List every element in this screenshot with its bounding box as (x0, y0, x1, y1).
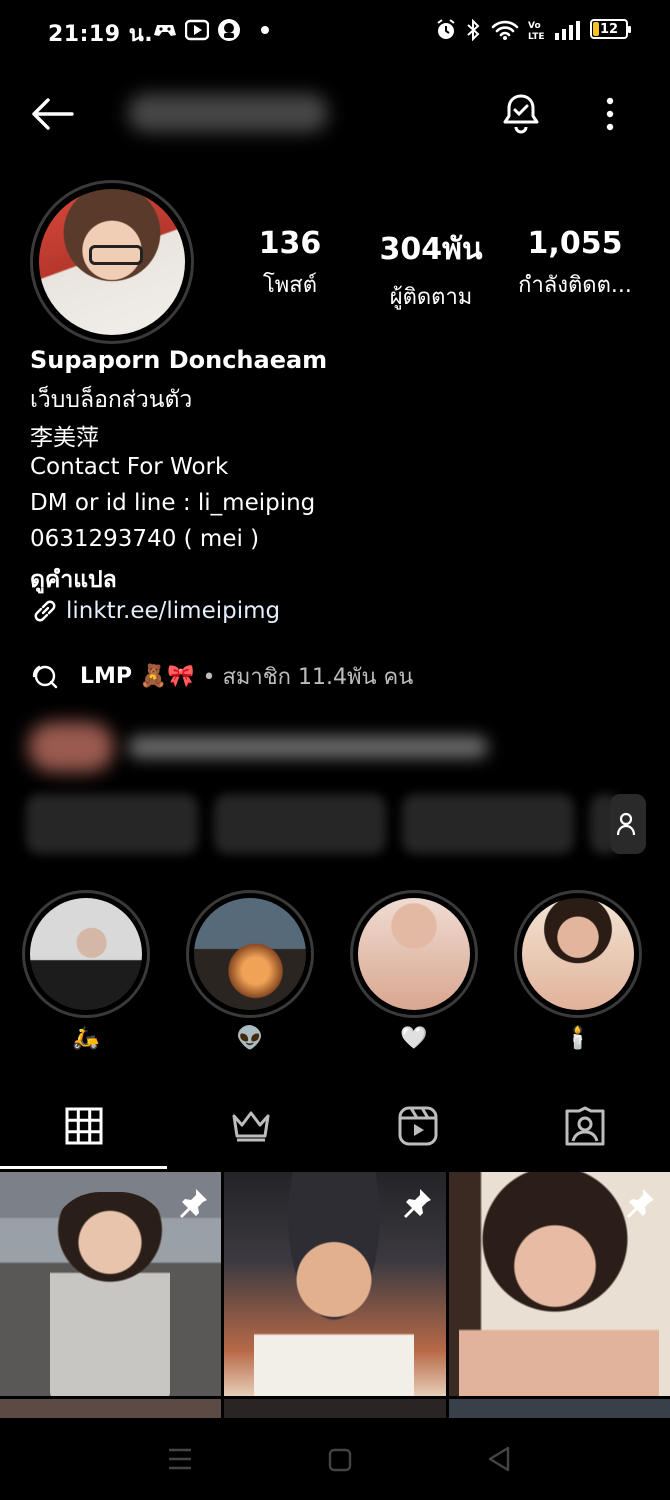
post-4[interactable] (0, 1399, 221, 1419)
highlight-2-label: 👽 (236, 1026, 264, 1051)
bio-line-1: 李美萍 (30, 425, 99, 451)
add-person-icon[interactable] (610, 794, 646, 854)
profile-screen: { "status_bar": { "time": "21:19 น.", "b… (0, 0, 670, 1500)
back-arrow-icon[interactable] (28, 92, 76, 136)
broadcast-channel[interactable]: LMP 🧸🎀 • สมาชิก 11.4พัน คน (30, 658, 413, 694)
pin-icon (623, 1186, 657, 1220)
status-time: 21:19 น. (48, 22, 154, 47)
highlight-1-image (30, 898, 142, 1010)
stat-following[interactable]: 1,055 กำลังติดต... (506, 226, 644, 302)
highlight-3[interactable] (350, 890, 478, 1018)
post-1-image (50, 1192, 170, 1396)
system-nav-bar (0, 1418, 670, 1500)
post-2-image (254, 1172, 414, 1396)
post-6[interactable] (449, 1399, 670, 1419)
stat-following-label: กำลังติดต... (518, 273, 632, 298)
tab-reels[interactable] (334, 1090, 501, 1166)
dot-icon (258, 18, 272, 42)
bluetooth-icon (464, 18, 482, 42)
profile-avatar[interactable] (30, 180, 194, 344)
bio-line-3: DM or id line : li_meiping (30, 490, 316, 516)
signal-icon (552, 18, 582, 42)
grid-icon (64, 1106, 104, 1150)
link-icon (30, 596, 60, 626)
tab-posts-grid[interactable] (0, 1090, 167, 1166)
stat-posts-count: 136 (258, 226, 322, 261)
stat-followers[interactable]: 304พัน ผู้ติดตาม (366, 226, 496, 314)
username-blurred (128, 94, 328, 132)
profile-category: เว็บบล็อกส่วนตัว (30, 387, 193, 413)
more-vertical-icon[interactable] (596, 92, 624, 136)
bio-line-2: Contact For Work (30, 454, 229, 480)
svg-text:Vo: Vo (528, 21, 541, 31)
highlight-4[interactable] (514, 890, 642, 1018)
highlight-2-image (194, 898, 306, 1010)
stat-followers-label: ผู้ติดตาม (389, 285, 473, 310)
profile-link-text: linktr.ee/limeipimg (66, 598, 281, 624)
highlight-3-label: 🤍 (400, 1026, 428, 1051)
highlight-4-label: 🕯️ (564, 1026, 592, 1051)
battery-icon: 12 (590, 19, 631, 39)
reels-icon (397, 1105, 439, 1151)
highlight-2[interactable] (186, 890, 314, 1018)
status-bar: 21:19 น. Vo LTE 12 (0, 0, 670, 62)
tab-tagged[interactable] (501, 1090, 668, 1166)
channel-icon (30, 661, 60, 691)
back-icon[interactable] (484, 1444, 514, 1478)
pin-icon (400, 1186, 434, 1220)
highlight-4-image (522, 898, 634, 1010)
svg-text:LTE: LTE (528, 32, 545, 41)
highlight-1[interactable] (22, 890, 150, 1018)
post-5[interactable] (224, 1399, 446, 1419)
post-3[interactable] (449, 1172, 670, 1396)
wifi-icon (490, 18, 520, 42)
channel-members: • สมาชิก 11.4พัน คน (202, 664, 414, 690)
stat-posts[interactable]: 136 โพสต์ (240, 226, 340, 302)
youtube-icon (184, 18, 210, 42)
see-translation-link[interactable]: ดูคำแปล (30, 562, 117, 598)
recents-icon[interactable] (166, 1446, 194, 1476)
post-2[interactable] (224, 1172, 446, 1396)
bio-line-4: 0631293740 ( mei ) (30, 526, 260, 552)
blurred-followed-by (28, 720, 498, 774)
stat-followers-count: 304พัน (379, 232, 483, 267)
profile-link[interactable]: linktr.ee/limeipimg (30, 596, 280, 626)
notification-bell-icon[interactable] (498, 90, 544, 136)
home-icon[interactable] (326, 1446, 354, 1478)
alarm-icon (434, 18, 458, 42)
crown-icon (230, 1108, 272, 1148)
active-tab-indicator (0, 1166, 167, 1169)
pin-icon (176, 1186, 210, 1220)
stat-posts-label: โพสต์ (262, 273, 318, 298)
app-icon (216, 18, 242, 42)
channel-name: LMP 🧸🎀 (80, 663, 195, 689)
highlight-3-image (358, 898, 470, 1010)
tab-subscriptions[interactable] (167, 1090, 334, 1166)
blurred-action-buttons (18, 790, 652, 858)
highlight-1-label: 🛵 (72, 1026, 100, 1051)
tagged-icon (564, 1105, 606, 1151)
volte-icon: Vo LTE (526, 18, 548, 42)
profile-name: Supaporn Donchaeam (30, 346, 328, 374)
avatar-image (39, 189, 185, 335)
game-icon (152, 18, 178, 42)
post-1[interactable] (0, 1172, 221, 1396)
stat-following-count: 1,055 (527, 226, 623, 261)
